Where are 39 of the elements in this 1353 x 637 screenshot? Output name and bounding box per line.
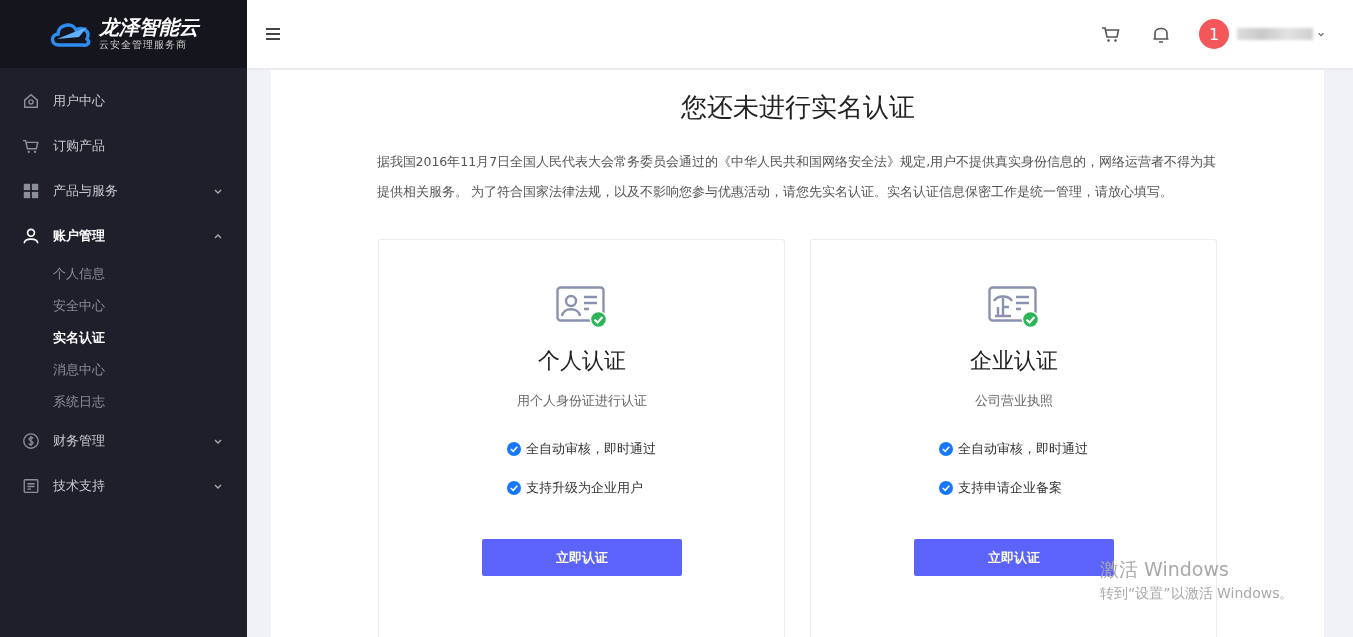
user-icon [22,226,40,245]
activation-hint: 转到“设置”以激活 Windows。 [1100,585,1294,603]
sidebar-item[interactable]: 用户中心 [0,78,247,123]
check-circle-icon [939,442,953,456]
sidebar-subitem[interactable]: 实名认证 [0,322,247,354]
page-title: 您还未进行实名认证 [680,91,915,124]
sidebar-subitem[interactable]: 消息中心 [0,354,247,386]
id-card-icon [555,286,608,328]
grid-icon [22,181,40,200]
card-subtitle: 公司营业执照 [974,392,1053,410]
brand-name: 龙泽智能云 [98,16,199,38]
cart-icon[interactable] [1101,24,1121,44]
card-subtitle: 用个人身份证进行认证 [516,392,647,410]
sidebar-item[interactable]: 财务管理 [0,418,247,463]
check-circle-icon [507,481,521,495]
card-title: 个人认证 [537,347,626,375]
feature-text: 支持申请企业备案 [958,479,1062,497]
brand-tagline: 云安全管理服务商 [98,38,188,52]
sidebar-item[interactable]: 技术支持 [0,463,247,508]
sidebar-item[interactable]: 账户管理 [0,213,247,258]
caret-icon[interactable] [1317,30,1325,38]
verify-button[interactable]: 立即认证 [481,539,682,576]
sidebar-subitem[interactable]: 安全中心 [0,290,247,322]
feature-text: 全自动审核，即时通过 [526,440,656,458]
sidebar-item[interactable]: 产品与服务 [0,168,247,213]
feature-text: 全自动审核，即时通过 [958,440,1088,458]
document-icon [22,476,40,495]
card-title: 企业认证 [969,347,1058,375]
home-icon [22,91,40,110]
check-circle-icon [507,442,521,456]
enterprise-certificate-icon [987,286,1040,328]
sidebar-subitem[interactable]: 系统日志 [0,386,247,418]
sidebar-item[interactable]: 订购产品 [0,123,247,168]
menu-icon[interactable] [265,27,281,41]
sidebar-subitem[interactable]: 个人信息 [0,258,247,290]
feature-text: 支持升级为企业用户 [526,479,643,497]
check-circle-icon [939,481,953,495]
notice-text: 据我国2016年11月7日全国人民代表大会常务委员会通过的《中华人民共和国网络安全法》规定,用户不提供真实身份信息的，网络运营者不得为其提供相关服务。 为了符合国家法律法规，以及不影响您参与优惠活动，请您先实名认证。实名认证信息保密工作是统一管理，请放心填写。 [376,153,1218,201]
dollar-coin-icon [22,431,40,450]
